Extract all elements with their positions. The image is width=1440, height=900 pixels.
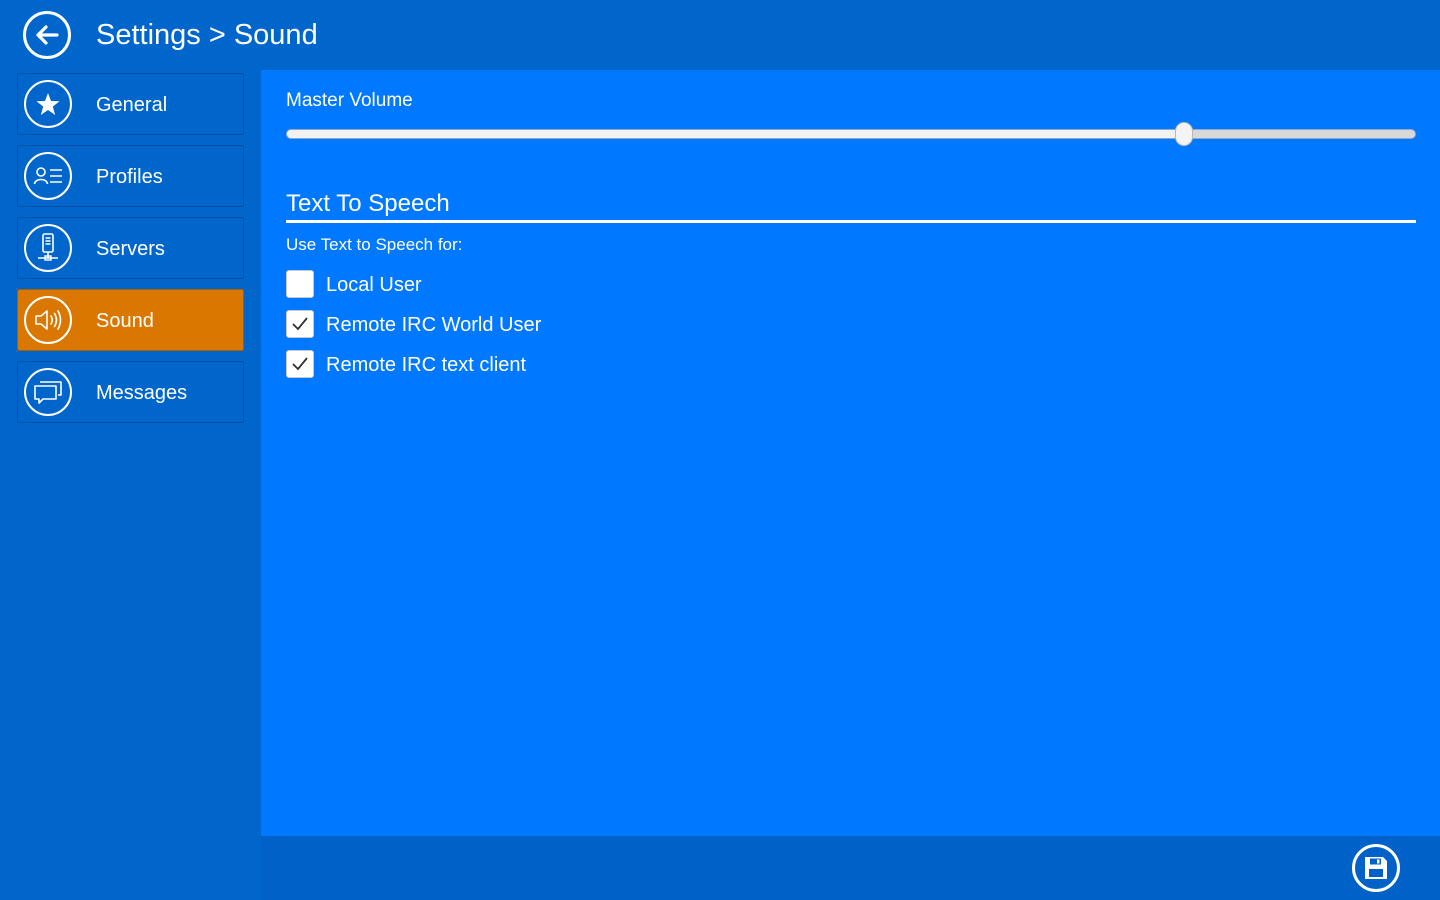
checkmark-icon (292, 317, 308, 331)
sidebar-item-label: Messages (96, 382, 188, 404)
sidebar-item-sound[interactable]: Sound (17, 289, 244, 351)
profile-card-icon (24, 152, 72, 200)
checkbox-box[interactable] (286, 270, 314, 298)
star-icon (24, 80, 72, 128)
sidebar-item-label: Profiles (96, 166, 163, 188)
tts-heading: Text To Speech (286, 190, 450, 217)
floppy-disk-icon (1365, 857, 1387, 879)
server-icon (24, 224, 72, 272)
chat-bubbles-icon (24, 368, 72, 416)
header-bar: Settings > Sound (0, 0, 1440, 70)
checkmark-icon (292, 357, 308, 371)
slider-track (286, 129, 1416, 139)
sidebar-item-label: Servers (96, 238, 165, 260)
sidebar-item-general[interactable]: General (17, 73, 244, 135)
sidebar-item-label: General (96, 94, 168, 116)
sidebar: General Profiles Servers Sound Messages (0, 70, 261, 900)
section-divider (286, 220, 1416, 223)
slider-thumb[interactable] (1175, 122, 1194, 146)
tts-description: Use Text to Speech for: (286, 235, 463, 254)
sidebar-item-label: Sound (96, 310, 154, 332)
speaker-icon (24, 296, 72, 344)
checkbox-label: Local User (326, 274, 422, 296)
sidebar-item-servers[interactable]: Servers (17, 217, 244, 279)
slider-fill (287, 130, 1184, 138)
sidebar-item-profiles[interactable]: Profiles (17, 145, 244, 207)
footer-bar (261, 836, 1440, 900)
sidebar-item-messages[interactable]: Messages (17, 361, 244, 423)
checkbox-label: Remote IRC World User (326, 314, 542, 336)
checkbox-label: Remote IRC text client (326, 354, 527, 376)
back-button[interactable] (23, 11, 71, 59)
page-title: Settings > Sound (96, 19, 318, 51)
checkbox-box[interactable] (286, 350, 314, 378)
arrow-left-icon (36, 25, 59, 45)
save-button[interactable] (1352, 844, 1400, 892)
settings-content: Master Volume Text To Speech Use Text to… (261, 70, 1440, 836)
master-volume-label: Master Volume (286, 90, 413, 111)
checkbox-box[interactable] (286, 310, 314, 338)
master-volume-slider[interactable] (286, 122, 1416, 146)
